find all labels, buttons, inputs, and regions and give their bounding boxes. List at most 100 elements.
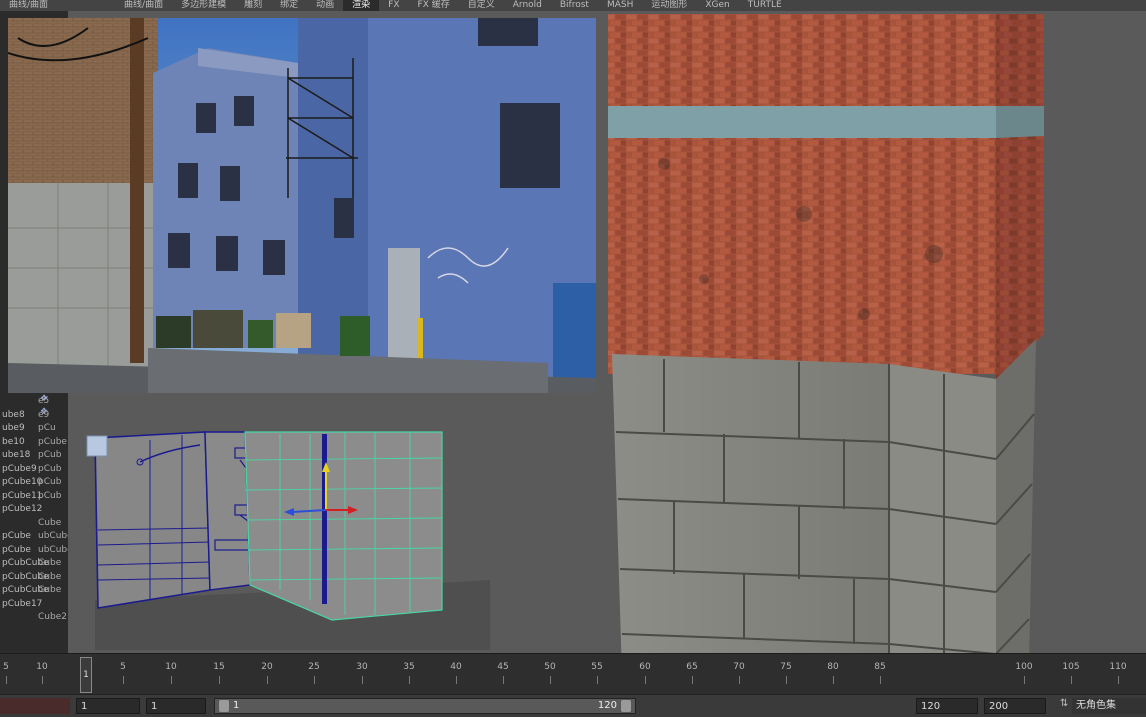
shelf-tab[interactable]: Arnold xyxy=(504,0,551,11)
outliner-item-label: Cube xyxy=(38,517,62,528)
outliner-item-label: Cube xyxy=(38,558,62,568)
outliner-item[interactable]: Cube xyxy=(0,517,68,530)
outliner-item-label: pCub xyxy=(38,463,62,474)
timeline-tick xyxy=(645,676,646,684)
outliner-item[interactable]: pCube ubCube xyxy=(0,544,68,557)
shelf-tab[interactable]: FX xyxy=(379,0,408,11)
range-start-handle[interactable] xyxy=(219,700,229,712)
timeline-tick xyxy=(123,676,124,684)
end-frame-field[interactable]: 200 xyxy=(984,698,1046,714)
outliner-item-label: e9 xyxy=(38,409,50,420)
timeline-tick-label: 65 xyxy=(686,662,698,672)
outliner-item-label: pCube10 xyxy=(2,477,43,487)
anim-start-marker xyxy=(0,698,70,714)
timeline-tick-label: 85 xyxy=(874,662,886,672)
shelf-tab[interactable]: 动画 xyxy=(307,0,343,11)
outliner-item[interactable]: pCube12 xyxy=(0,503,68,516)
timeline-tick xyxy=(6,676,7,684)
outliner-item-label: e5 xyxy=(38,396,50,406)
timeline-tick xyxy=(739,676,740,684)
character-set-icon[interactable]: ⇅ xyxy=(1060,698,1068,709)
outliner-item[interactable]: e5 xyxy=(0,395,68,408)
outliner-item-label: pCub xyxy=(38,450,62,460)
shelf-tab[interactable]: XGen xyxy=(696,0,738,11)
timeline-tick-label: 80 xyxy=(827,662,839,672)
time-slider[interactable]: 1 5 10 5 10 15 20 25 30 35 40 45 50 55 60 65 70 75 80 85 10… xyxy=(0,653,1146,694)
shelf-tab[interactable]: Bifrost xyxy=(551,0,598,11)
timeline-tick xyxy=(362,676,363,684)
shelf-tab[interactable]: 多边形建模 xyxy=(172,0,235,11)
timeline-tick xyxy=(833,676,834,684)
outliner-item[interactable]: pCube11 pCub xyxy=(0,490,68,503)
timeline-tick-label: 45 xyxy=(497,662,509,672)
timeline-tick xyxy=(314,676,315,684)
outliner-item-label: Cube xyxy=(38,585,62,595)
playback-range-slider[interactable]: 1 120 xyxy=(214,698,636,714)
timeline-tick xyxy=(267,676,268,684)
timeline-tick xyxy=(880,676,881,684)
outliner-item-label: pCube xyxy=(38,436,67,447)
timeline-tick-label: 10 xyxy=(165,662,177,672)
timeline-tick-label: 75 xyxy=(780,662,792,672)
outliner-item[interactable]: ube18 pCub xyxy=(0,449,68,462)
timeline-tick xyxy=(1118,676,1119,684)
timeline-tick-label: 20 xyxy=(261,662,273,672)
outliner-item[interactable]: pCube ubCube xyxy=(0,530,68,543)
shelf-tab[interactable]: FX 缓存 xyxy=(409,0,459,11)
timeline-tick-label: 110 xyxy=(1109,662,1127,672)
reference-image xyxy=(8,18,596,393)
timeline-tick-label: 30 xyxy=(356,662,368,672)
shelf-tab[interactable]: 自定义 xyxy=(459,0,504,11)
outliner-item[interactable]: pCubCube Cube xyxy=(0,571,68,584)
outliner-item[interactable]: be10 pCube xyxy=(0,436,68,449)
shelf-tab[interactable]: 运动图形 xyxy=(642,0,696,11)
outliner-item-label: be10 xyxy=(2,436,25,447)
timeline-tick xyxy=(1071,676,1072,684)
outliner-item-label: pCube xyxy=(2,531,31,541)
timeline-tick xyxy=(409,676,410,684)
outliner-item-label: ube9 xyxy=(2,423,25,433)
outliner-item-label: pCube11 xyxy=(2,490,43,501)
current-frame-marker[interactable]: 1 xyxy=(80,657,92,693)
textured-render-preview xyxy=(604,14,1044,694)
timeline-tick xyxy=(692,676,693,684)
outliner-item[interactable]: ube9 pCu xyxy=(0,422,68,435)
outliner-item[interactable]: ube8 e9 xyxy=(0,409,68,422)
timeline-tick xyxy=(503,676,504,684)
outliner-item-label: ube18 xyxy=(2,450,31,460)
shelf-tab[interactable]: 曲线/曲面 xyxy=(115,0,172,11)
outliner-item[interactable]: pCube9 pCub xyxy=(0,463,68,476)
shelf-tab[interactable]: 渲染 xyxy=(343,0,380,11)
shelf-tab[interactable]: 绑定 xyxy=(271,0,307,11)
range-end-handle[interactable] xyxy=(621,700,631,712)
shelf-tab[interactable]: 雕刻 xyxy=(235,0,271,11)
outliner-item[interactable]: Cube21 xyxy=(0,611,68,624)
shelf-tab[interactable]: 曲线/曲面 xyxy=(0,0,57,11)
outliner-item-label: pCu xyxy=(38,423,56,433)
wireframe-model[interactable] xyxy=(70,420,500,650)
outliner-item-label: ube8 xyxy=(2,409,25,420)
shelf-tab[interactable]: MASH xyxy=(598,0,642,11)
outliner-item[interactable]: pCube10 pCub xyxy=(0,476,68,489)
start-frame-field[interactable]: 1 xyxy=(76,698,140,714)
playback-start-field[interactable]: 1 xyxy=(146,698,206,714)
character-set-dropdown[interactable]: 无角色集 xyxy=(1072,698,1146,714)
shelf-tab[interactable]: TURTLE xyxy=(739,0,791,11)
timeline-tick xyxy=(219,676,220,684)
shelf-tab-bar: 曲线/曲面 曲线/曲面 多边形建模 雕刻 绑定 动画 渲染 FX FX 缓存 自定义 Arnold B… xyxy=(0,0,1146,11)
outliner-item[interactable]: pCubCube Cube xyxy=(0,584,68,597)
timeline-tick-label: 15 xyxy=(213,662,225,672)
timeline-tick-label: 55 xyxy=(591,662,603,672)
outliner-item-label: pCube12 xyxy=(2,504,43,514)
range-start-label: 1 xyxy=(233,700,240,711)
timeline-tick-label: 5 xyxy=(120,662,126,672)
outliner-item-label: pCube17 xyxy=(2,598,43,609)
outliner-item-label: pCub xyxy=(38,490,62,501)
outliner-item[interactable]: pCube17 xyxy=(0,598,68,611)
timeline-tick xyxy=(42,676,43,684)
outliner-item[interactable]: pCubCube Cube xyxy=(0,557,68,570)
outliner-item-label: pCub xyxy=(38,477,62,487)
playback-end-field[interactable]: 120 xyxy=(916,698,978,714)
range-end-label: 120 xyxy=(597,700,617,711)
timeline-tick-label: 50 xyxy=(544,662,556,672)
